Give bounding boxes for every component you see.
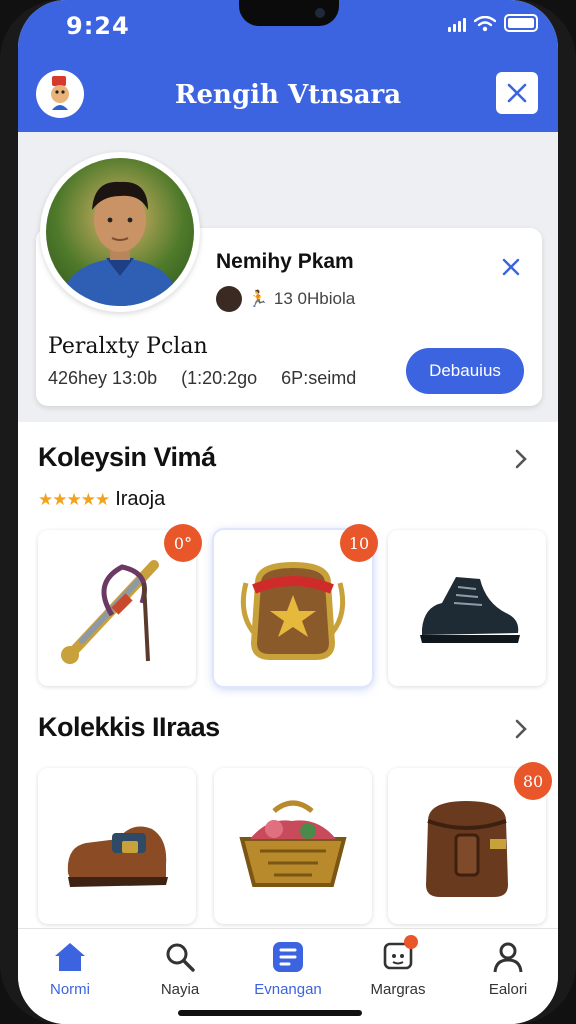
- item-card[interactable]: [214, 768, 372, 924]
- nav-item-messages[interactable]: Margras: [350, 935, 446, 998]
- card-close-button[interactable]: [494, 250, 528, 284]
- battery-icon: [504, 14, 538, 32]
- nav-item-home[interactable]: Normi: [22, 939, 118, 998]
- profile-avatar[interactable]: [40, 152, 200, 312]
- nav-label: Evnangan: [254, 981, 322, 998]
- cellular-signal-icon: [448, 16, 466, 32]
- home-icon: [52, 939, 88, 975]
- message-icon: [380, 935, 418, 975]
- header-close-button[interactable]: [496, 72, 538, 114]
- leather-bag-icon: [426, 801, 508, 897]
- section-title: Koleysin Vimá: [38, 442, 216, 472]
- close-icon: [502, 258, 520, 276]
- profile-icon: [490, 939, 526, 975]
- app-title: Rengih Vtnsara: [174, 80, 402, 110]
- list-icon: [270, 939, 306, 975]
- mini-avatar: [216, 286, 242, 312]
- boot-icon: [420, 577, 520, 643]
- player-portrait: [60, 181, 180, 306]
- section-rating: ★★★★★ Iraoja: [38, 488, 165, 511]
- nav-label: Normi: [50, 981, 90, 998]
- status-time: 9:24: [66, 12, 130, 40]
- profile-meta: 🏃 13 0Hbiola: [216, 286, 355, 312]
- home-indicator: [178, 1010, 362, 1016]
- details-button[interactable]: Debauius: [406, 348, 524, 394]
- nav-item-search[interactable]: Nayia: [132, 939, 228, 998]
- stars-icon: ★★★★★: [38, 489, 110, 509]
- phone-frame: 9:24 Rengih Vtnsara Nemihy Pkam 🏃 13 0Hb…: [0, 0, 576, 1024]
- nav-label: Nayia: [160, 981, 200, 998]
- status-icons: [448, 14, 538, 32]
- chevron-right-icon: [515, 449, 527, 469]
- nav-label: Ealori: [488, 981, 528, 998]
- stat-item: (1:20:2go: [181, 368, 258, 388]
- item-card[interactable]: 10: [214, 524, 378, 686]
- screen: 9:24 Rengih Vtnsara Nemihy Pkam 🏃 13 0Hb…: [18, 0, 558, 1024]
- item-badge: 10: [340, 524, 378, 562]
- rating-label: Iraoja: [115, 488, 166, 510]
- camera-notch: [239, 0, 339, 26]
- profile-stats: 426hey 13:0b (1:20:2go 6P:seimd: [48, 368, 356, 389]
- item-card[interactable]: 0°: [38, 524, 202, 686]
- nav-label: Margras: [370, 981, 426, 998]
- profile-name: Nemihy Pkam: [216, 250, 354, 273]
- item-badge: 0°: [164, 524, 202, 562]
- item-badge: 80: [514, 762, 552, 800]
- item-card[interactable]: [388, 530, 546, 686]
- nav-item-profile[interactable]: Ealori: [460, 939, 556, 998]
- wifi-icon: [474, 16, 496, 32]
- close-icon: [507, 83, 527, 103]
- item-card[interactable]: 80: [388, 762, 552, 924]
- app-header: 9:24 Rengih Vtnsara: [18, 0, 558, 132]
- notification-dot: [404, 935, 418, 949]
- running-icon: 🏃: [248, 291, 268, 308]
- shoe-icon: [67, 826, 168, 887]
- search-icon: [162, 939, 198, 975]
- item-card[interactable]: [38, 768, 196, 924]
- chevron-right-icon: [515, 719, 527, 739]
- section-arrow-button[interactable]: [506, 444, 536, 474]
- chest-icon: [239, 800, 347, 887]
- stat-item: 426hey 13:0b: [48, 368, 158, 388]
- rope-sword-icon: [61, 560, 159, 664]
- profile-meta-text: 13 0Hbiola: [273, 289, 356, 308]
- collections-panel: Koleysin Vimá ★★★★★ Iraoja 0° 10 Kolekki…: [18, 422, 558, 928]
- stat-item: 6P:seimd: [281, 368, 357, 388]
- backpack-icon: [240, 561, 346, 660]
- section-title: Kolekkis IIraas: [38, 712, 220, 742]
- profile-subtitle: Peralxty Pclan: [48, 334, 208, 359]
- section-arrow-button[interactable]: [506, 714, 536, 744]
- nav-item-collection[interactable]: Evnangan: [240, 939, 336, 998]
